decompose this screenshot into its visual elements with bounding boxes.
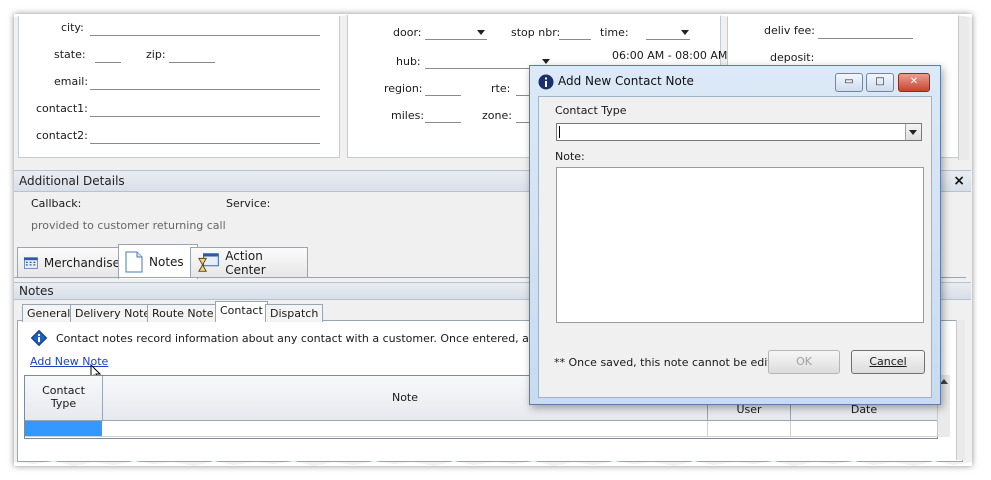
contact-type-label: Contact Type	[555, 104, 627, 117]
tab-action-center[interactable]: Action Center	[190, 247, 308, 278]
zone-label: zone:	[482, 109, 512, 122]
tab-notes[interactable]: Notes	[118, 244, 198, 279]
deliv-fee-field[interactable]	[818, 38, 913, 39]
grid-icon	[24, 257, 38, 269]
info-icon	[538, 74, 554, 90]
tab-delivery-note[interactable]: Delivery Note	[70, 304, 156, 322]
deliv-fee-label: deliv fee:	[764, 24, 815, 37]
stop-nbr-label: stop nbr:	[511, 26, 561, 39]
additional-details-title: Additional Details	[19, 174, 125, 188]
tab-merchandise-label: Merchandise	[43, 256, 120, 270]
table-row[interactable]	[25, 421, 937, 437]
tab-notes-label: Notes	[149, 255, 184, 269]
contact-type-select[interactable]	[556, 123, 922, 141]
chevron-down-icon	[909, 130, 917, 135]
chevron-down-icon[interactable]	[477, 30, 485, 35]
hourglass-icon	[198, 253, 219, 272]
tab-contact[interactable]: Contact	[215, 301, 268, 322]
torn-edge-top	[14, 14, 972, 19]
service-label: Service:	[226, 197, 271, 210]
info-icon	[31, 330, 47, 346]
tab-action-center-label: Action Center	[225, 249, 266, 277]
form-scrollbar[interactable]	[958, 14, 969, 160]
scroll-up-arrow[interactable]	[940, 379, 948, 384]
hub-label: hub:	[396, 55, 421, 68]
text-caret	[559, 126, 560, 138]
dialog-close-button[interactable]: ✕	[898, 73, 930, 92]
application-window: city: state: zip: email: contact1: conta…	[14, 14, 972, 466]
contact2-field[interactable]	[90, 143, 320, 144]
callback-label: Callback:	[31, 197, 82, 210]
chevron-down-icon[interactable]	[542, 59, 550, 64]
dialog-title: Add New Contact Note	[558, 74, 694, 88]
maximize-button[interactable]: □	[866, 73, 894, 92]
torn-edge-bottom	[14, 461, 972, 466]
row-divider	[790, 421, 791, 436]
region-label: region:	[384, 82, 423, 95]
tab-general[interactable]: General	[22, 304, 76, 322]
door-select[interactable]	[425, 39, 487, 40]
contact-info-text: Contact notes record information about a…	[56, 332, 591, 345]
deposit-label: deposit:	[770, 51, 815, 64]
tab-route-note[interactable]: Route Note	[147, 304, 219, 322]
email-label: email:	[54, 75, 89, 88]
door-label: door:	[393, 26, 422, 39]
state-label: state:	[54, 48, 86, 61]
ok-button[interactable]: OK	[768, 350, 840, 374]
notes-title: Notes	[19, 284, 54, 298]
cancel-button[interactable]: Cancel	[851, 350, 925, 374]
callback-note: provided to customer returning call	[31, 219, 226, 232]
contact1-label: contact1:	[36, 102, 88, 115]
notes-scrollbar[interactable]	[956, 320, 965, 460]
stop-nbr-field[interactable]	[559, 39, 591, 40]
contact1-field[interactable]	[90, 116, 320, 117]
document-icon	[125, 251, 143, 273]
state-field[interactable]	[95, 62, 121, 63]
region-field[interactable]	[425, 95, 461, 96]
chevron-down-icon[interactable]	[681, 30, 689, 35]
contact2-label: contact2:	[36, 129, 88, 142]
time-window-value: 06:00 AM - 08:00 AM	[612, 49, 728, 62]
row-divider	[707, 421, 708, 436]
note-label: Note:	[555, 150, 585, 163]
rte-label: rte:	[491, 82, 511, 95]
selected-cell[interactable]	[25, 421, 102, 436]
city-field[interactable]	[90, 35, 320, 36]
time-label: time:	[600, 26, 629, 39]
miles-label: miles:	[391, 109, 425, 122]
close-icon[interactable]: ×	[953, 171, 965, 191]
address-panel: city: state: zip: email: contact1: conta…	[18, 14, 340, 158]
zip-field[interactable]	[169, 62, 215, 63]
email-field[interactable]	[90, 89, 320, 90]
time-select[interactable]	[646, 39, 690, 40]
dialog-footer-text: ** Once saved, this note cannot be edite…	[554, 356, 786, 369]
dialog-body: Contact Type Note: ** Once saved, this n…	[538, 96, 932, 398]
note-textarea[interactable]	[556, 167, 924, 323]
column-header-contact-type[interactable]: Contact Type	[25, 376, 103, 421]
dropdown-button[interactable]	[905, 124, 921, 140]
add-contact-note-dialog: Add New Contact Note ▭ □ ✕ Contact Type …	[529, 65, 941, 405]
minimize-button[interactable]: ▭	[835, 73, 863, 92]
zip-label: zip:	[146, 48, 166, 61]
tab-merchandise[interactable]: Merchandise	[17, 247, 127, 278]
miles-field[interactable]	[425, 122, 461, 123]
city-label: city:	[61, 21, 84, 34]
tab-dispatch[interactable]: Dispatch	[265, 304, 324, 322]
